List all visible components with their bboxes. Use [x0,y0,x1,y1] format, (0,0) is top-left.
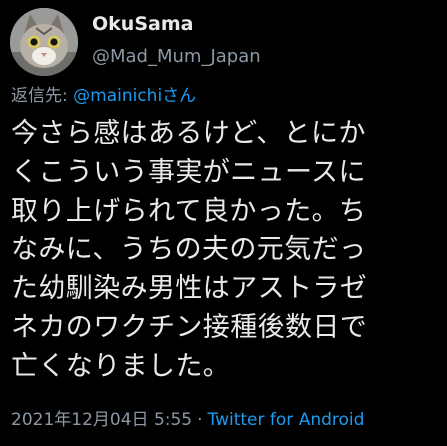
tweet-header: OkuSama @Mad_Mum_Japan [10,8,437,76]
cat-avatar-icon[interactable] [10,8,78,76]
user-handle[interactable]: @Mad_Mum_Japan [92,44,261,70]
tweet-text-line: 取り上げられて良かった。ち [11,195,367,227]
user-names: OkuSama @Mad_Mum_Japan [92,12,261,70]
reply-prefix: 返信先: [11,86,74,106]
source-link[interactable]: Twitter for Android [208,410,365,430]
tweet-text-line: た幼馴染み男性はアストラゼ [11,273,368,305]
display-name[interactable]: OkuSama [92,12,261,36]
tweet-text-line: ネカのワクチン接種後数日で [11,311,368,343]
tweet-date[interactable]: 2021年12月04日 [11,410,149,430]
tweet-text: 今さら感はあるけど、とにか くこういう事実がニュースに 取り上げられて良かった。… [11,115,443,387]
tweet-text-line: くこういう事実がニュースに [11,156,366,188]
tweet-time[interactable]: 5:55 [154,410,192,430]
reply-to-line: 返信先: @mainichiさん [11,84,196,108]
reply-mention-link[interactable]: @mainichiさん [73,86,196,106]
meta-separator: · [197,410,203,430]
tweet-text-line: 今さら感はあるけど、とにか [11,118,366,149]
tweet-meta: 2021年12月04日 5:55 · Twitter for Android [11,408,364,432]
tweet-text-line: なみに、うちの夫の元気だっ [11,234,367,266]
tweet-text-line: 亡くなりました。 [11,350,231,382]
